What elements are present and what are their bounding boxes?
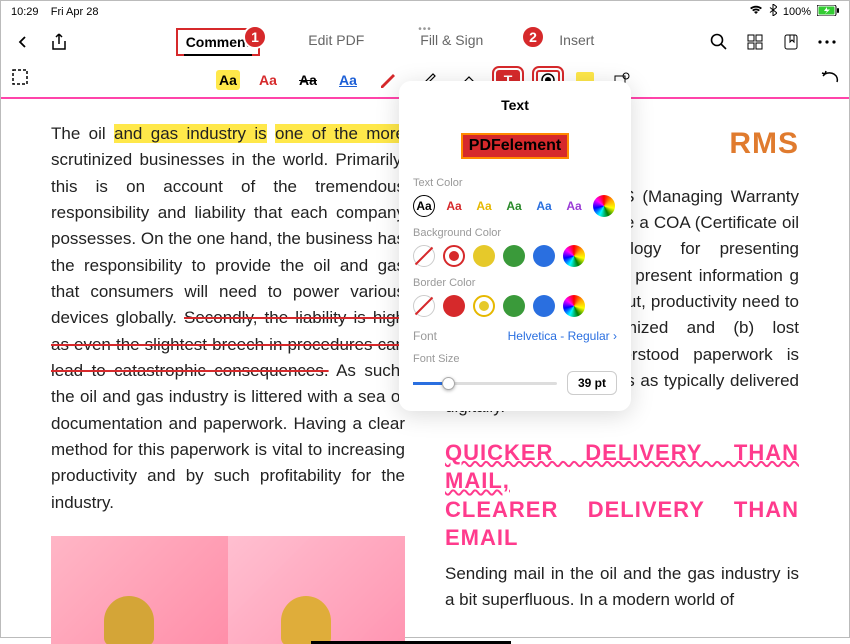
bordercolor-green[interactable] (503, 295, 525, 317)
fontsize-label: Font Size (413, 353, 617, 365)
app-toolbar: ••• Comment Edit PDF Fill & Sign Insert (1, 22, 849, 62)
wifi-icon (749, 5, 763, 18)
status-bar: 10:29 Fri Apr 28 100% (1, 1, 849, 22)
textcolor-custom[interactable] (593, 195, 615, 217)
textcolor-yellow[interactable]: Aa (473, 195, 495, 217)
textcolor-blue[interactable]: Aa (533, 195, 555, 217)
tab-fill-sign[interactable]: Fill & Sign (412, 28, 491, 56)
bgcolor-custom[interactable] (563, 245, 585, 267)
bgcolor-none[interactable] (413, 245, 435, 267)
undo-button[interactable] (821, 70, 839, 89)
popup-title: Text (413, 97, 617, 113)
pen-tool[interactable] (376, 70, 400, 90)
border-color-label: Border Color (413, 277, 617, 289)
bluetooth-icon (769, 4, 777, 19)
bgcolor-red[interactable] (443, 245, 465, 267)
textcolor-black[interactable]: Aa (413, 195, 435, 217)
tab-insert[interactable]: Insert (551, 28, 602, 56)
bordercolor-yellow[interactable] (473, 295, 495, 317)
bordercolor-none[interactable] (413, 295, 435, 317)
more-button[interactable] (815, 30, 839, 54)
text-color-swatches: Aa Aa Aa Aa Aa Aa (413, 195, 617, 217)
bg-color-swatches (413, 245, 617, 267)
underline-tool[interactable]: Aa (336, 70, 360, 90)
font-label: Font (413, 329, 437, 343)
battery-text: 100% (783, 6, 811, 18)
strikethrough-tool[interactable]: Aa (296, 70, 320, 90)
textcolor-purple[interactable]: Aa (563, 195, 585, 217)
bookmark-button[interactable] (779, 30, 803, 54)
bordercolor-custom[interactable] (563, 295, 585, 317)
textcolor-green[interactable]: Aa (503, 195, 525, 217)
paragraph-1[interactable]: The oil and gas industry is one of the m… (51, 121, 405, 516)
font-picker[interactable]: Helvetica - Regular › (508, 329, 617, 343)
fontsize-value[interactable]: 39 pt (567, 371, 617, 395)
heading-quicker[interactable]: QUICKER DELIVERY THAN MAIL, CLEARER DELI… (445, 439, 799, 553)
bordercolor-red[interactable] (443, 295, 465, 317)
bgcolor-green[interactable] (503, 245, 525, 267)
search-button[interactable] (707, 30, 731, 54)
share-button[interactable] (47, 30, 71, 54)
paragraph-3[interactable]: Sending mail in the oil and the gas indu… (445, 561, 799, 614)
battery-icon (817, 5, 839, 19)
selection-tool[interactable] (11, 68, 29, 91)
text-sample[interactable]: PDFelement (461, 133, 569, 159)
text-style-popup: Text PDFelement Text Color Aa Aa Aa Aa A… (399, 81, 631, 411)
text-color-tool[interactable]: Aa (256, 70, 280, 90)
image-row (51, 536, 405, 644)
fontsize-slider[interactable] (413, 382, 557, 385)
text-color-label: Text Color (413, 177, 617, 189)
status-date: Fri Apr 28 (51, 6, 99, 18)
bordercolor-blue[interactable] (533, 295, 555, 317)
back-button[interactable] (11, 30, 35, 54)
callout-1: 1 (243, 25, 267, 49)
mode-tabs: Comment Edit PDF Fill & Sign Insert (83, 28, 695, 56)
bgcolor-blue[interactable] (533, 245, 555, 267)
tab-edit-pdf[interactable]: Edit PDF (300, 28, 372, 56)
bg-color-label: Background Color (413, 227, 617, 239)
status-time: 10:29 (11, 6, 39, 18)
bgcolor-yellow[interactable] (473, 245, 495, 267)
callout-2: 2 (521, 25, 545, 49)
highlight-tool[interactable]: Aa (216, 70, 240, 90)
thumbnails-button[interactable] (743, 30, 767, 54)
border-color-swatches (413, 295, 617, 317)
textcolor-red[interactable]: Aa (443, 195, 465, 217)
